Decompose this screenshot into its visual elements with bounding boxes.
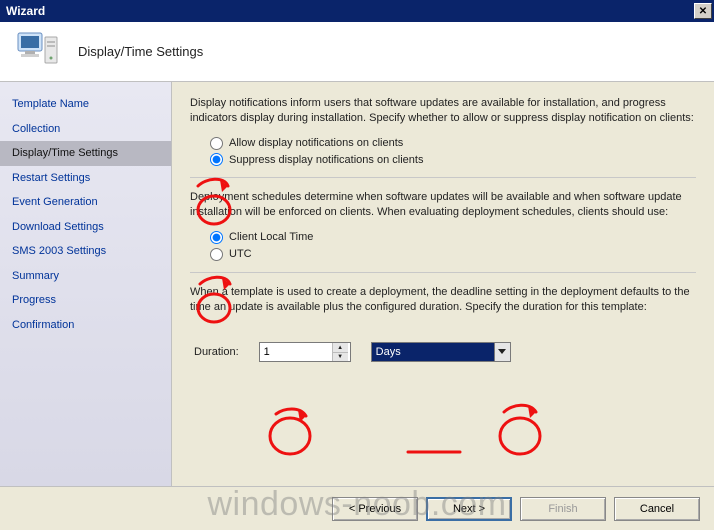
- main-panel: Display notifications inform users that …: [172, 82, 714, 486]
- sidebar-item-template-name[interactable]: Template Name: [0, 92, 171, 117]
- radio-client-local-time[interactable]: [210, 231, 223, 244]
- intro-text: Display notifications inform users that …: [190, 96, 696, 126]
- sidebar-item-display-time-settings[interactable]: Display/Time Settings: [0, 141, 171, 166]
- previous-button[interactable]: < Previous: [332, 497, 418, 521]
- separator: [190, 272, 696, 273]
- duration-unit-value: Days: [372, 343, 494, 361]
- title-bar: Wizard ✕: [0, 0, 714, 22]
- spinner-up-icon[interactable]: ▲: [333, 343, 348, 353]
- sidebar-item-sms-2003-settings[interactable]: SMS 2003 Settings: [0, 239, 171, 264]
- sidebar-item-progress[interactable]: Progress: [0, 288, 171, 313]
- banner: Display/Time Settings: [0, 22, 714, 82]
- schedule-text: Deployment schedules determine when soft…: [190, 190, 696, 220]
- close-button[interactable]: ✕: [694, 3, 712, 19]
- label-client-local-time: Client Local Time: [229, 230, 313, 245]
- radio-suppress-notifications[interactable]: [210, 153, 223, 166]
- close-icon: ✕: [699, 6, 707, 17]
- sidebar-item-download-settings[interactable]: Download Settings: [0, 215, 171, 240]
- label-utc: UTC: [229, 247, 252, 262]
- sidebar-item-collection[interactable]: Collection: [0, 117, 171, 142]
- sidebar-item-summary[interactable]: Summary: [0, 264, 171, 289]
- label-suppress-notifications: Suppress display notifications on client…: [229, 153, 423, 168]
- duration-spinner[interactable]: ▲ ▼: [259, 342, 351, 362]
- duration-input[interactable]: [260, 343, 332, 361]
- radio-utc[interactable]: [210, 248, 223, 261]
- duration-label: Duration:: [194, 345, 239, 360]
- separator: [190, 177, 696, 178]
- page-title: Display/Time Settings: [78, 44, 203, 59]
- cancel-button[interactable]: Cancel: [614, 497, 700, 521]
- duration-unit-combo[interactable]: Days: [371, 342, 511, 362]
- finish-button[interactable]: Finish: [520, 497, 606, 521]
- window-title: Wizard: [6, 4, 45, 18]
- radio-allow-notifications[interactable]: [210, 137, 223, 150]
- sidebar-item-confirmation[interactable]: Confirmation: [0, 313, 171, 338]
- sidebar-item-restart-settings[interactable]: Restart Settings: [0, 166, 171, 191]
- sidebar: Template Name Collection Display/Time Se…: [0, 82, 172, 486]
- computer-icon: [16, 29, 60, 74]
- label-allow-notifications: Allow display notifications on clients: [229, 136, 403, 151]
- sidebar-item-event-generation[interactable]: Event Generation: [0, 190, 171, 215]
- spinner-down-icon[interactable]: ▼: [333, 353, 348, 362]
- next-button[interactable]: Next >: [426, 497, 512, 521]
- footer: < Previous Next > Finish Cancel: [0, 486, 714, 530]
- chevron-down-icon[interactable]: [494, 343, 510, 361]
- duration-text: When a template is used to create a depl…: [190, 285, 696, 315]
